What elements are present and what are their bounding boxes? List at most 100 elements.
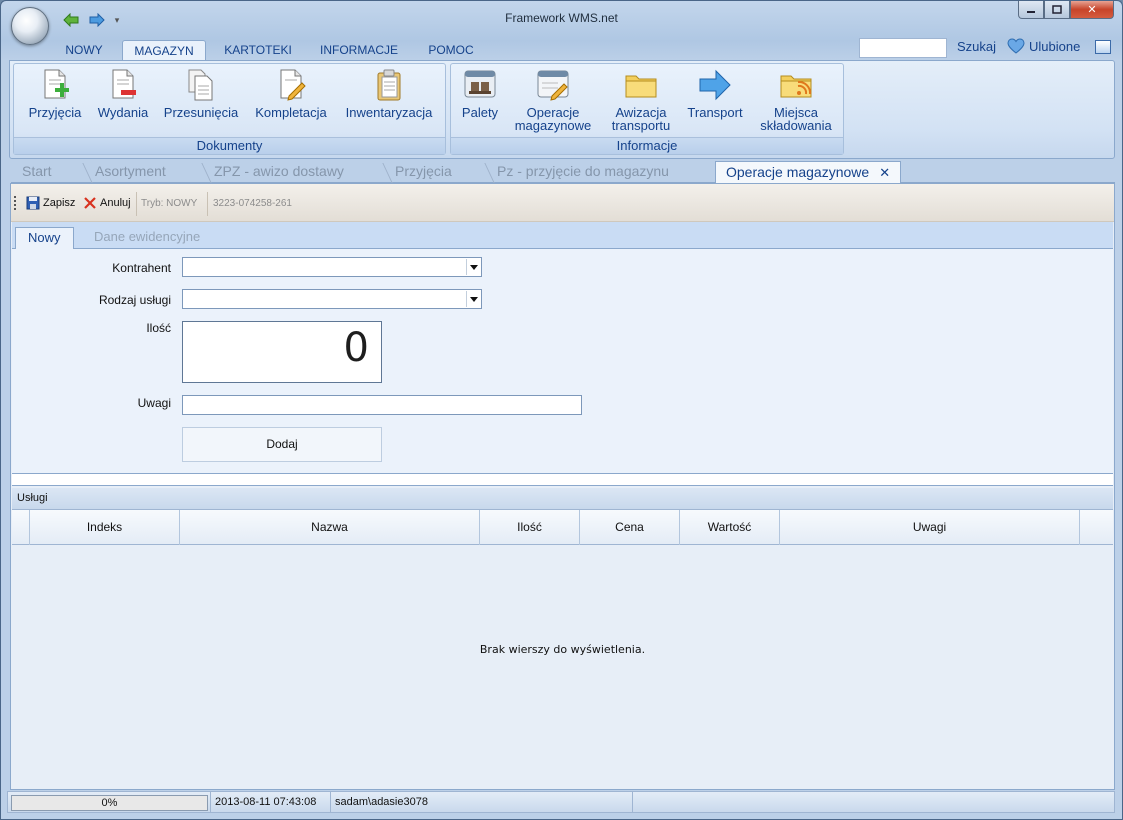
inwentaryzacja-label: Inwentaryzacja <box>345 105 433 120</box>
doc-tab-przyjecia[interactable]: Przyjęcia <box>395 161 452 183</box>
search-input[interactable] <box>859 38 947 58</box>
main-content: Zapisz Anuluj Tryb: NOWY 3223-074258-261… <box>10 183 1115 790</box>
save-button[interactable]: Zapisz <box>26 196 75 210</box>
miejsca-skladowania-button[interactable]: Miejsca składowania <box>755 68 837 132</box>
empty-grid-message: Brak wierszy do wyświetlenia. <box>479 643 646 656</box>
ribbon-tab-pomoc[interactable]: POMOC <box>421 40 481 62</box>
window-controls: ✕ <box>1018 1 1114 19</box>
ribbon-group-dokumenty: Przyjęcia Wydania Przesunięcia Kompletac… <box>13 63 446 155</box>
dropdown-arrow-icon[interactable] <box>466 259 480 275</box>
palety-label: Palety <box>461 105 499 120</box>
document-toolbar: Zapisz Anuluj Tryb: NOWY 3223-074258-261 <box>11 184 1114 222</box>
contractor-label: Kontrahent <box>112 261 171 275</box>
cancel-button[interactable]: Anuluj <box>83 196 131 210</box>
services-grid: Usługi Indeks Nazwa Ilość Cena Wartość U… <box>12 488 1113 789</box>
column-header-ilosc[interactable]: Ilość <box>480 510 580 545</box>
search-button[interactable]: Szukaj <box>957 39 996 54</box>
awizacja-transportu-button[interactable]: Awizacja transportu <box>601 68 681 132</box>
doc-tab-start[interactable]: Start <box>22 161 52 183</box>
column-header-cena[interactable]: Cena <box>580 510 680 545</box>
toolbar-separator <box>207 192 208 216</box>
window-title: Framework WMS.net <box>505 11 618 25</box>
ribbon-tab-nowy[interactable]: NOWY <box>59 40 109 62</box>
toolbar-separator <box>136 192 137 216</box>
column-header-indeks[interactable]: Indeks <box>30 510 180 545</box>
ribbon-tab-bar: NOWY MAGAZYN KARTOTEKI INFORMACJE POMOC … <box>9 38 1115 62</box>
documents-copy-icon <box>184 68 218 102</box>
form-area: Kontrahent Rodzaj usługi Ilość 0 Uwagi D… <box>12 249 1113 474</box>
splitter[interactable] <box>12 474 1113 486</box>
miejsca-label-2: składowania <box>760 118 832 133</box>
close-tab-icon[interactable]: ✕ <box>879 165 890 180</box>
save-label: Zapisz <box>43 197 76 209</box>
notes-label: Uwagi <box>137 396 171 410</box>
transport-label: Transport <box>687 105 743 120</box>
grid-caption: Usługi <box>12 488 1113 510</box>
ribbon-panel: Przyjęcia Wydania Przesunięcia Kompletac… <box>9 60 1115 159</box>
notes-input[interactable] <box>182 395 582 415</box>
contractor-combobox[interactable] <box>182 257 482 277</box>
minimize-button[interactable] <box>1018 1 1044 19</box>
przesuniecia-label: Przesunięcia <box>163 105 239 120</box>
przesuniecia-button[interactable]: Przesunięcia <box>158 68 244 119</box>
group-label-dokumenty: Dokumenty <box>14 137 445 154</box>
progress-bar: 0% <box>11 795 208 811</box>
palety-button[interactable]: Palety <box>455 68 505 119</box>
folder-icon <box>624 68 658 102</box>
ribbon-tab-kartoteki[interactable]: KARTOTEKI <box>220 40 296 62</box>
add-button[interactable]: Dodaj <box>182 427 382 462</box>
doc-tab-pz[interactable]: Pz - przyjęcie do magazynu <box>497 161 669 183</box>
doc-tab-asortyment[interactable]: Asortyment <box>95 161 166 183</box>
arrow-right-icon <box>698 68 732 102</box>
inwentaryzacja-button[interactable]: Inwentaryzacja <box>338 68 440 119</box>
status-user: sadam\adasie3078 <box>330 792 632 812</box>
favorites-label: Ulubione <box>1029 38 1081 54</box>
toolbar-grip[interactable] <box>14 196 16 210</box>
window-layout-icon[interactable] <box>1095 40 1111 54</box>
status-bar: 0% 2013-08-11 07:43:08 sadam\adasie3078 <box>7 791 1115 813</box>
ribbon-group-informacje: Palety Operacje magazynowe Awizacja tran… <box>450 63 844 155</box>
service-type-combobox[interactable] <box>182 289 482 309</box>
column-header-wartosc[interactable]: Wartość <box>680 510 780 545</box>
operacje-magazynowe-button[interactable]: Operacje magazynowe <box>509 68 597 132</box>
column-header-uwagi[interactable]: Uwagi <box>780 510 1080 545</box>
column-header-nazwa[interactable]: Nazwa <box>180 510 480 545</box>
operacje-label-2: magazynowe <box>514 118 592 133</box>
cross-icon <box>84 197 96 209</box>
tab-dane-ewidencyjne[interactable]: Dane ewidencyjne <box>82 227 212 249</box>
service-type-label: Rodzaj usługi <box>98 293 171 307</box>
application-menu-button[interactable] <box>11 7 49 45</box>
quantity-input[interactable]: 0 <box>182 321 382 383</box>
title-bar: ▾ Framework WMS.net ✕ <box>1 1 1122 45</box>
row-indicator-header <box>12 510 30 545</box>
clipboard-icon <box>372 68 406 102</box>
maximize-button[interactable] <box>1044 1 1070 19</box>
status-datetime: 2013-08-11 07:43:08 <box>210 792 330 812</box>
doc-tab-zpz[interactable]: ZPZ - awizo dostawy <box>214 161 344 183</box>
pallet-icon <box>463 68 497 102</box>
grid-header: Indeks Nazwa Ilość Cena Wartość Uwagi <box>12 510 1113 545</box>
ribbon-tab-magazyn[interactable]: MAGAZYN <box>122 40 206 62</box>
kompletacja-button[interactable]: Kompletacja <box>248 68 334 119</box>
status-empty-cell <box>632 792 1114 812</box>
tab-nowy[interactable]: Nowy <box>15 227 74 250</box>
heart-icon <box>1007 38 1025 54</box>
favorites-button[interactable]: Ulubione <box>1007 38 1080 54</box>
transport-button[interactable]: Transport <box>681 68 749 119</box>
close-button[interactable]: ✕ <box>1070 1 1114 19</box>
wydania-label: Wydania <box>97 105 149 120</box>
dropdown-arrow-icon[interactable] <box>466 291 480 307</box>
quantity-label: Ilość <box>146 321 171 335</box>
mode-label: Tryb: NOWY <box>141 198 198 209</box>
wydania-button[interactable]: Wydania <box>92 68 154 119</box>
przyjecia-label: Przyjęcia <box>28 105 82 120</box>
doc-tab-operacje-magazynowe[interactable]: Operacje magazynowe ✕ <box>715 161 902 184</box>
przyjecia-button[interactable]: Przyjęcia <box>20 68 90 119</box>
form-tab-bar: Nowy Dane ewidencyjne <box>12 222 1113 250</box>
minimize-icon <box>1027 10 1035 13</box>
maximize-icon <box>1052 5 1062 14</box>
ribbon-tab-informacje[interactable]: INFORMACJE <box>314 40 404 62</box>
doc-tab-operacje-label: Operacje magazynowe <box>726 164 870 180</box>
awizacja-label-2: transportu <box>611 118 671 133</box>
document-edit-icon <box>274 68 308 102</box>
